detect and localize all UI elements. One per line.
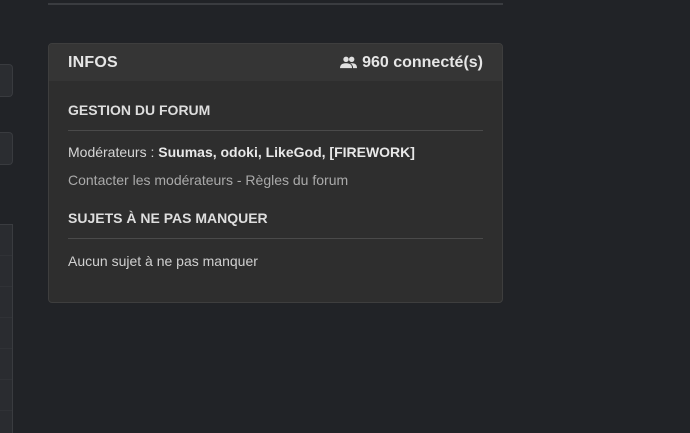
- users-icon: [340, 56, 358, 69]
- infos-card: INFOS 960 connecté(s) GESTION DU FORUM M…: [48, 43, 503, 303]
- sujets-empty-text: Aucun sujet à ne pas manquer: [68, 253, 258, 269]
- top-divider: [48, 3, 503, 5]
- forum-rules-link[interactable]: Règles du forum: [245, 172, 348, 188]
- list-row[interactable]: [0, 318, 12, 349]
- sujets-title: SUJETS À NE PAS MANQUER: [68, 210, 483, 239]
- left-list-panel: [0, 224, 13, 433]
- contact-moderators-link[interactable]: Contacter les modérateurs: [68, 172, 233, 188]
- left-panel-button[interactable]: [0, 132, 13, 165]
- infos-body: GESTION DU FORUM Modérateurs : Suumas, o…: [49, 102, 502, 269]
- moderators-label: Modérateurs :: [68, 144, 155, 160]
- list-row[interactable]: [0, 349, 12, 380]
- gestion-title: GESTION DU FORUM: [68, 102, 483, 131]
- moderators-line: Modérateurs : Suumas, odoki, LikeGod, [F…: [68, 144, 483, 160]
- list-row[interactable]: [0, 256, 12, 287]
- list-row[interactable]: [0, 380, 12, 411]
- links-separator: -: [236, 172, 242, 188]
- infos-title: INFOS: [68, 53, 118, 71]
- online-count-text: 960 connecté(s): [362, 53, 483, 71]
- list-row[interactable]: [0, 287, 12, 318]
- online-count[interactable]: 960 connecté(s): [340, 54, 483, 72]
- left-panel-button[interactable]: [0, 64, 13, 97]
- list-row[interactable]: [0, 225, 12, 256]
- forum-links: Contacter les modérateurs - Règles du fo…: [68, 172, 483, 188]
- moderators-names[interactable]: Suumas, odoki, LikeGod, [FIREWORK]: [158, 144, 415, 160]
- infos-header: INFOS 960 connecté(s): [49, 44, 502, 81]
